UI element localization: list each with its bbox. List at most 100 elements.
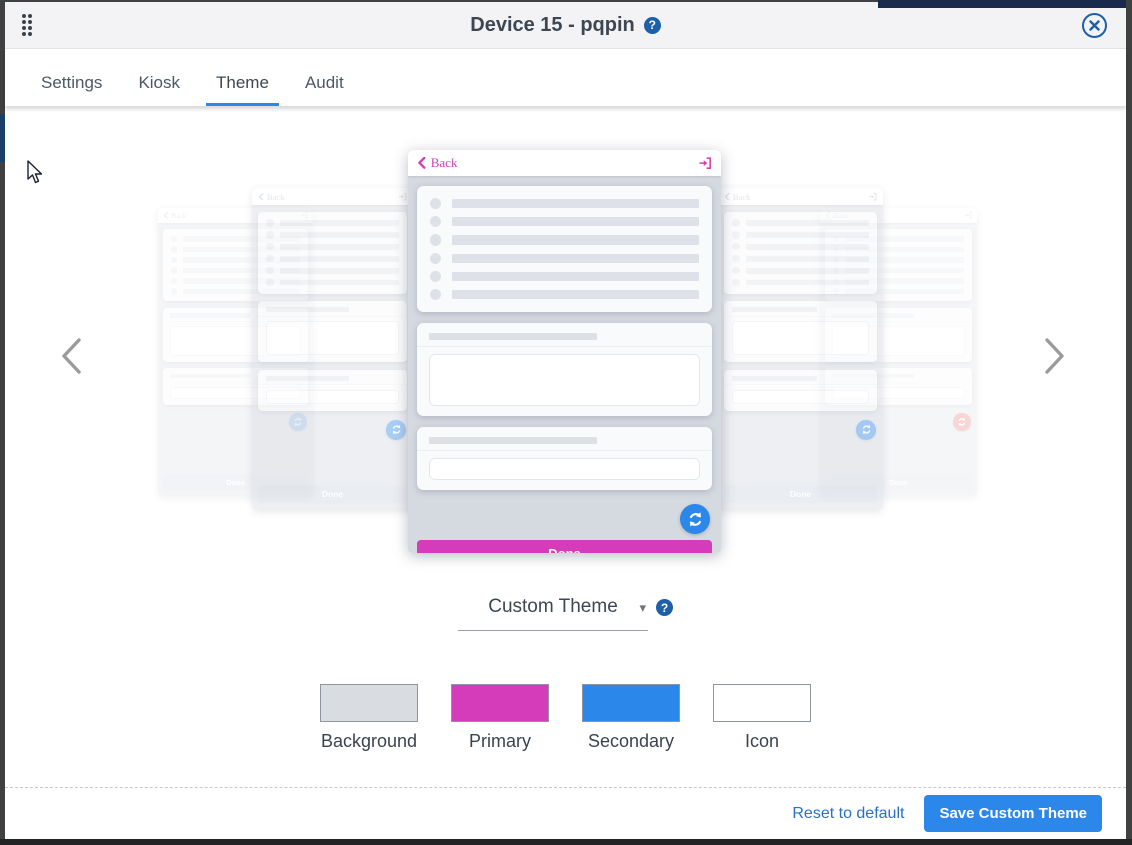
skeleton-field-card: [724, 370, 877, 412]
titlebar-center: Device 15 - pqpin ?: [5, 14, 1126, 37]
sync-row: [724, 420, 876, 440]
textarea-skeleton: [266, 321, 400, 355]
preview-header: Back: [408, 150, 721, 176]
back-link: Back: [724, 192, 750, 202]
swatch-color-background[interactable]: [320, 684, 418, 722]
device-settings-modal: Device 15 - pqpin ? Settings Kiosk Theme…: [5, 2, 1126, 839]
carousel-next-button[interactable]: [1037, 332, 1073, 380]
sync-row: [258, 420, 406, 440]
skeleton-field-card: [258, 370, 407, 412]
swatch-primary[interactable]: Primary: [451, 684, 549, 752]
theme-select-row: Custom Theme ▾ ?: [5, 596, 1126, 631]
skeleton-row: [266, 267, 398, 274]
dot-skeleton: [732, 267, 739, 274]
dot-skeleton: [266, 243, 273, 250]
tab-kiosk[interactable]: Kiosk: [128, 49, 190, 106]
preview-body: Done: [252, 205, 413, 510]
reset-to-default-link[interactable]: Reset to default: [792, 805, 904, 823]
save-custom-theme-button[interactable]: Save Custom Theme: [924, 795, 1102, 832]
skeleton-row: [732, 231, 868, 238]
preview-body: Done: [408, 176, 721, 553]
refresh-icon[interactable]: [680, 504, 710, 534]
preview-done-button: Done: [724, 485, 877, 503]
field-label-skeleton: [732, 376, 817, 381]
bar-skeleton: [280, 256, 398, 262]
tab-theme[interactable]: Theme: [206, 49, 279, 106]
field-label-skeleton: [429, 437, 597, 444]
skeleton-row: [266, 219, 398, 226]
skeleton-row: [732, 219, 868, 226]
swatch-background[interactable]: Background: [320, 684, 418, 752]
skeleton-row: [732, 267, 868, 274]
swatch-color-secondary[interactable]: [582, 684, 680, 722]
dot-skeleton: [266, 279, 273, 286]
dot-skeleton: [732, 219, 739, 226]
title-help-icon[interactable]: ?: [644, 17, 661, 34]
skeleton-list-card: [258, 212, 407, 294]
sign-in-icon: [698, 156, 712, 170]
theme-preview-left[interactable]: Back Done: [252, 188, 413, 510]
page-title: Device 15 - pqpin: [470, 14, 635, 37]
sync-row: [417, 504, 710, 534]
refresh-icon: [386, 420, 406, 440]
background-page-bottom-strip: [0, 839, 1132, 845]
skeleton-row: [430, 271, 699, 282]
input-skeleton: [732, 390, 870, 404]
dot-skeleton: [171, 278, 177, 284]
tab-settings[interactable]: Settings: [31, 49, 112, 106]
dot-skeleton: [171, 288, 177, 294]
divider: [417, 450, 712, 451]
dot-skeleton: [171, 246, 177, 252]
back-link[interactable]: Back: [417, 155, 457, 171]
dot-skeleton: [732, 243, 739, 250]
theme-select-help-icon[interactable]: ?: [656, 599, 673, 616]
bar-skeleton: [746, 256, 868, 262]
skeleton-list-card: [724, 212, 877, 294]
swatch-label: Icon: [745, 731, 779, 752]
dot-skeleton: [266, 267, 273, 274]
refresh-icon: [953, 413, 970, 430]
dot-skeleton: [171, 257, 177, 263]
background-page-header-strip: [878, 0, 1126, 8]
close-icon[interactable]: [1082, 13, 1107, 38]
bar-skeleton: [746, 268, 868, 274]
dot-skeleton: [266, 255, 273, 262]
input-skeleton: [429, 458, 700, 480]
swatch-color-icon[interactable]: [713, 684, 811, 722]
dot-skeleton: [430, 216, 441, 227]
skeleton-row: [266, 231, 398, 238]
bar-skeleton: [452, 199, 699, 208]
skeleton-row: [430, 198, 699, 209]
bar-skeleton: [746, 280, 868, 286]
dot-skeleton: [171, 236, 177, 242]
divider: [417, 346, 712, 347]
modal-footer: Reset to default Save Custom Theme: [5, 787, 1126, 839]
dot-skeleton: [266, 231, 273, 238]
swatch-label: Background: [321, 731, 417, 752]
textarea-skeleton: [732, 321, 870, 355]
back-link: Back: [163, 211, 186, 220]
skeleton-row: [266, 255, 398, 262]
dot-skeleton: [430, 234, 441, 245]
carousel-prev-button[interactable]: [53, 332, 89, 380]
sign-in-icon: [868, 192, 877, 201]
skeleton-row: [266, 279, 398, 286]
dot-skeleton: [430, 289, 441, 300]
field-label-skeleton: [170, 313, 251, 317]
swatch-color-primary[interactable]: [451, 684, 549, 722]
theme-preview-active[interactable]: Back Done: [408, 150, 721, 553]
tab-audit[interactable]: Audit: [295, 49, 354, 106]
swatch-secondary[interactable]: Secondary: [582, 684, 680, 752]
swatch-icon[interactable]: Icon: [713, 684, 811, 752]
bar-skeleton: [452, 272, 699, 281]
dot-skeleton: [171, 267, 177, 273]
input-skeleton: [266, 390, 400, 404]
drag-handle-icon[interactable]: [22, 14, 32, 36]
theme-preview-right[interactable]: Back Done: [718, 188, 883, 510]
skeleton-row: [430, 216, 699, 227]
bar-skeleton: [280, 232, 398, 238]
theme-select[interactable]: Custom Theme ▾: [458, 596, 648, 631]
skeleton-field-card: [417, 323, 712, 416]
bar-skeleton: [280, 280, 398, 286]
preview-done-button[interactable]: Done: [417, 540, 712, 553]
